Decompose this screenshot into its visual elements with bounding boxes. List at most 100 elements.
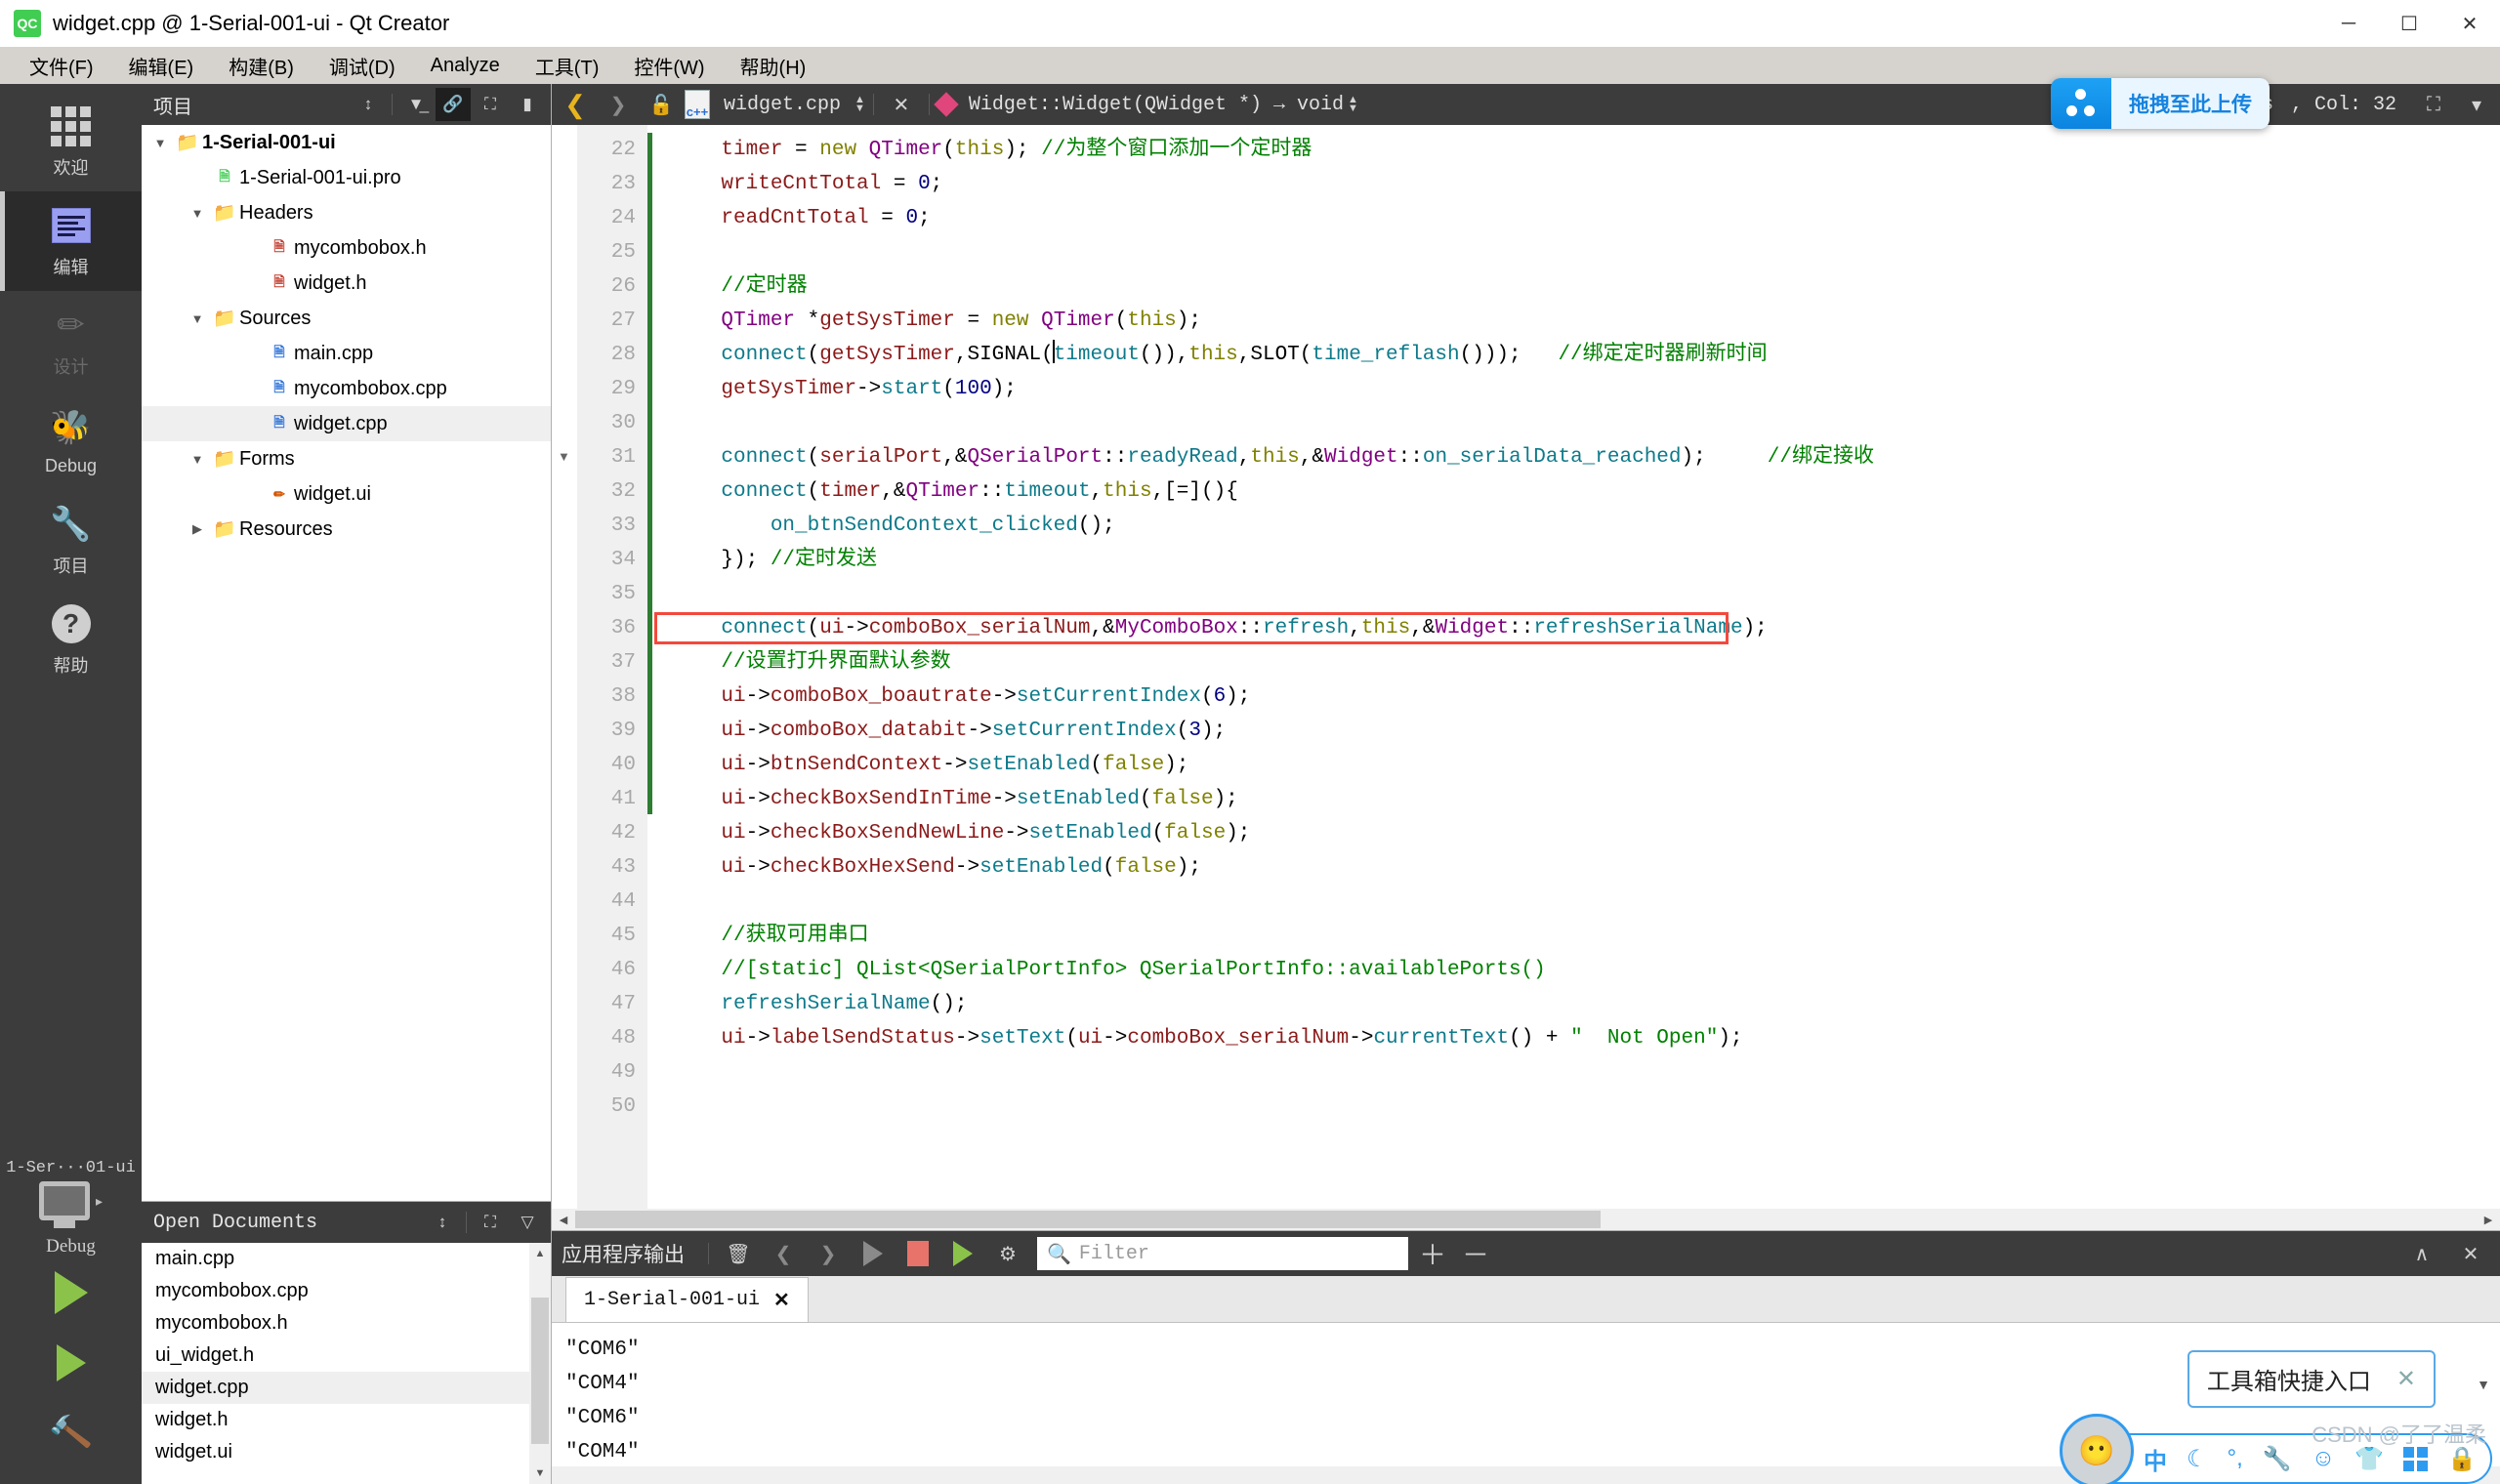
mode-edit[interactable]: 编辑 (0, 191, 142, 291)
code-line[interactable]: on_btnSendContext_clicked(); (672, 509, 2500, 543)
code-line[interactable] (672, 406, 2500, 440)
list-item[interactable]: widget.cpp (142, 1372, 551, 1404)
code-line[interactable]: ui->checkBoxHexSend->setEnabled(false); (672, 850, 2500, 885)
collapse-pane-icon[interactable]: ∧ (2402, 1235, 2441, 1272)
emoji-icon[interactable]: ☺ (2312, 1445, 2336, 1472)
code-line[interactable]: writeCntTotal = 0; (672, 167, 2500, 201)
code-text[interactable]: timer = new QTimer(this); //为整个窗口添加一个定时器… (652, 125, 2500, 1209)
symbol-selector[interactable]: Widget::Widget(QWidget *) → void (959, 94, 1344, 116)
menu-build[interactable]: 构建(B) (215, 48, 308, 84)
scroll-left-icon[interactable]: ◀ (552, 1214, 575, 1226)
file-dropdown-icon[interactable]: ▲▼ (854, 96, 865, 113)
maximize-button[interactable]: ☐ (2379, 0, 2439, 47)
scroll-down-icon[interactable]: ▼ (531, 1464, 549, 1482)
filter-icon[interactable]: ▼̲ (398, 88, 434, 121)
code-line[interactable]: readCntTotal = 0; (672, 201, 2500, 235)
code-line[interactable] (672, 577, 2500, 611)
menu-edit[interactable]: 编辑(E) (115, 48, 208, 84)
unlocked-icon[interactable]: 🔓 (642, 87, 681, 122)
mode-help[interactable]: ? 帮助 (0, 590, 142, 689)
close-pane-icon[interactable]: ✕ (2451, 1235, 2490, 1272)
debug-button[interactable] (0, 1328, 142, 1398)
mode-design[interactable]: ✏ 设计 (0, 291, 142, 391)
avatar[interactable]: 😶 (2060, 1414, 2134, 1484)
scrollbar-thumb[interactable] (575, 1211, 1601, 1228)
code-line[interactable]: connect(serialPort,&QSerialPort::readyRe… (672, 440, 2500, 474)
open-file-name[interactable]: widget.cpp (714, 94, 851, 116)
minimize-button[interactable]: ─ (2318, 0, 2379, 47)
fold-arrow-icon[interactable]: ▼ (558, 449, 570, 464)
list-item[interactable]: main.cpp (142, 1243, 551, 1275)
list-item[interactable]: ui_widget.h (142, 1340, 551, 1372)
code-line[interactable]: ui->comboBox_databit->setCurrentIndex(3)… (672, 714, 2500, 748)
upload-overlay-widget[interactable]: 拖拽至此上传 (2051, 78, 2270, 129)
punctuation-icon[interactable]: °, (2228, 1445, 2243, 1472)
menu-widgets[interactable]: 控件(W) (620, 48, 718, 84)
stop-icon[interactable] (898, 1235, 938, 1272)
code-line[interactable]: ui->checkBoxSendNewLine->setEnabled(fals… (672, 816, 2500, 850)
run-icon[interactable] (854, 1235, 893, 1272)
twisty-icon[interactable]: ▼ (185, 206, 210, 221)
code-line[interactable]: connect(timer,&QTimer::timeout,this,[=](… (672, 474, 2500, 509)
tree-item-pro-file[interactable]: 🗎 1-Serial-001-ui.pro (142, 160, 551, 195)
code-line[interactable]: refreshSerialName(); (672, 987, 2500, 1021)
squares-icon[interactable] (2403, 1447, 2428, 1471)
output-filter-input[interactable]: 🔍 Filter (1037, 1237, 1408, 1270)
code-line[interactable]: ui->checkBoxSendInTime->setEnabled(false… (672, 782, 2500, 816)
ime-toolbar[interactable]: 😶 中 ☾ °, 🔧 ☺ 👕 🔒 (2073, 1433, 2492, 1484)
scrollbar-track[interactable] (575, 1209, 2477, 1230)
menu-analyze[interactable]: Analyze (417, 51, 514, 81)
code-line[interactable] (672, 235, 2500, 269)
build-button[interactable]: 🔨 (0, 1398, 142, 1468)
lock-icon[interactable]: 🔒 (2447, 1445, 2477, 1473)
moon-icon[interactable]: ☾ (2187, 1445, 2208, 1473)
list-item[interactable]: mycombobox.h (142, 1307, 551, 1340)
twisty-icon[interactable]: ▼ (185, 311, 210, 326)
output-tab[interactable]: 1-Serial-001-ui ✕ (565, 1277, 809, 1322)
mode-debug[interactable]: 🐝 Debug (0, 391, 142, 490)
tree-item-project[interactable]: ▼ 📁 1-Serial-001-ui (142, 125, 551, 160)
tray-expand-icon[interactable]: ▼ (2477, 1377, 2490, 1392)
close-icon[interactable]: ✕ (2396, 1365, 2416, 1393)
close-icon[interactable]: ✕ (773, 1288, 790, 1313)
ime-language-icon[interactable]: 中 (2144, 1442, 2167, 1476)
sync-icon[interactable]: ↕ (351, 88, 386, 121)
code-line[interactable]: ui->labelSendStatus->setText(ui->comboBo… (672, 1021, 2500, 1055)
clear-output-icon[interactable]: 🗑 (719, 1235, 758, 1272)
code-line[interactable] (672, 1090, 2500, 1124)
menu-tools[interactable]: 工具(T) (521, 48, 613, 84)
code-line[interactable]: //[static] QList<QSerialPortInfo> QSeria… (672, 953, 2500, 987)
tree-item-resources[interactable]: ▶ 📁 Resources (142, 512, 551, 547)
split-editor-dropdown-button[interactable]: ▾ (2457, 87, 2496, 122)
code-line[interactable]: connect(getSysTimer,SIGNAL(timeout()),th… (672, 338, 2500, 372)
fold-gutter[interactable]: ▼ (552, 125, 577, 1209)
code-line[interactable]: //获取可用串口 (672, 919, 2500, 953)
open-documents-list[interactable]: main.cpp mycombobox.cpp mycombobox.h ui_… (142, 1243, 551, 1484)
code-line[interactable]: //定时器 (672, 269, 2500, 304)
menu-help[interactable]: 帮助(H) (727, 48, 820, 84)
run-debug-icon[interactable] (943, 1235, 982, 1272)
navigate-forward-button[interactable]: ❯ (599, 87, 638, 122)
kit-target-button[interactable]: ▸ (0, 1181, 142, 1220)
menu-debug[interactable]: 调试(D) (315, 48, 409, 84)
code-editor[interactable]: ▼ 22232425262728293031323334353637383940… (552, 125, 2500, 1209)
tree-item-mycombobox-h[interactable]: 🗎 mycombobox.h (142, 230, 551, 266)
prev-item-icon[interactable]: ❮ (764, 1235, 803, 1272)
code-line[interactable]: getSysTimer->start(100); (672, 372, 2500, 406)
shirt-icon[interactable]: 👕 (2354, 1445, 2384, 1473)
code-line[interactable]: connect(ui->comboBox_serialNum,&MyComboB… (672, 611, 2500, 645)
code-line[interactable]: QTimer *getSysTimer = new QTimer(this); (672, 304, 2500, 338)
zoom-in-icon[interactable]: ＋ (1414, 1234, 1451, 1273)
list-item[interactable]: widget.h (142, 1404, 551, 1436)
tree-item-widget-cpp[interactable]: 🗎 widget.cpp (142, 406, 551, 441)
wrench-icon[interactable]: 🔧 (2263, 1445, 2292, 1473)
code-line[interactable] (672, 1055, 2500, 1090)
close-button[interactable]: ✕ (2439, 0, 2500, 47)
scrollbar-thumb[interactable] (531, 1298, 549, 1444)
link-icon[interactable]: 🔗 (436, 88, 471, 121)
sync-icon[interactable]: ↕ (425, 1206, 460, 1239)
close-document-button[interactable]: ✕ (882, 87, 921, 122)
twisty-icon[interactable]: ▼ (147, 136, 173, 150)
next-item-icon[interactable]: ❯ (809, 1235, 848, 1272)
menu-file[interactable]: 文件(F) (16, 48, 107, 84)
